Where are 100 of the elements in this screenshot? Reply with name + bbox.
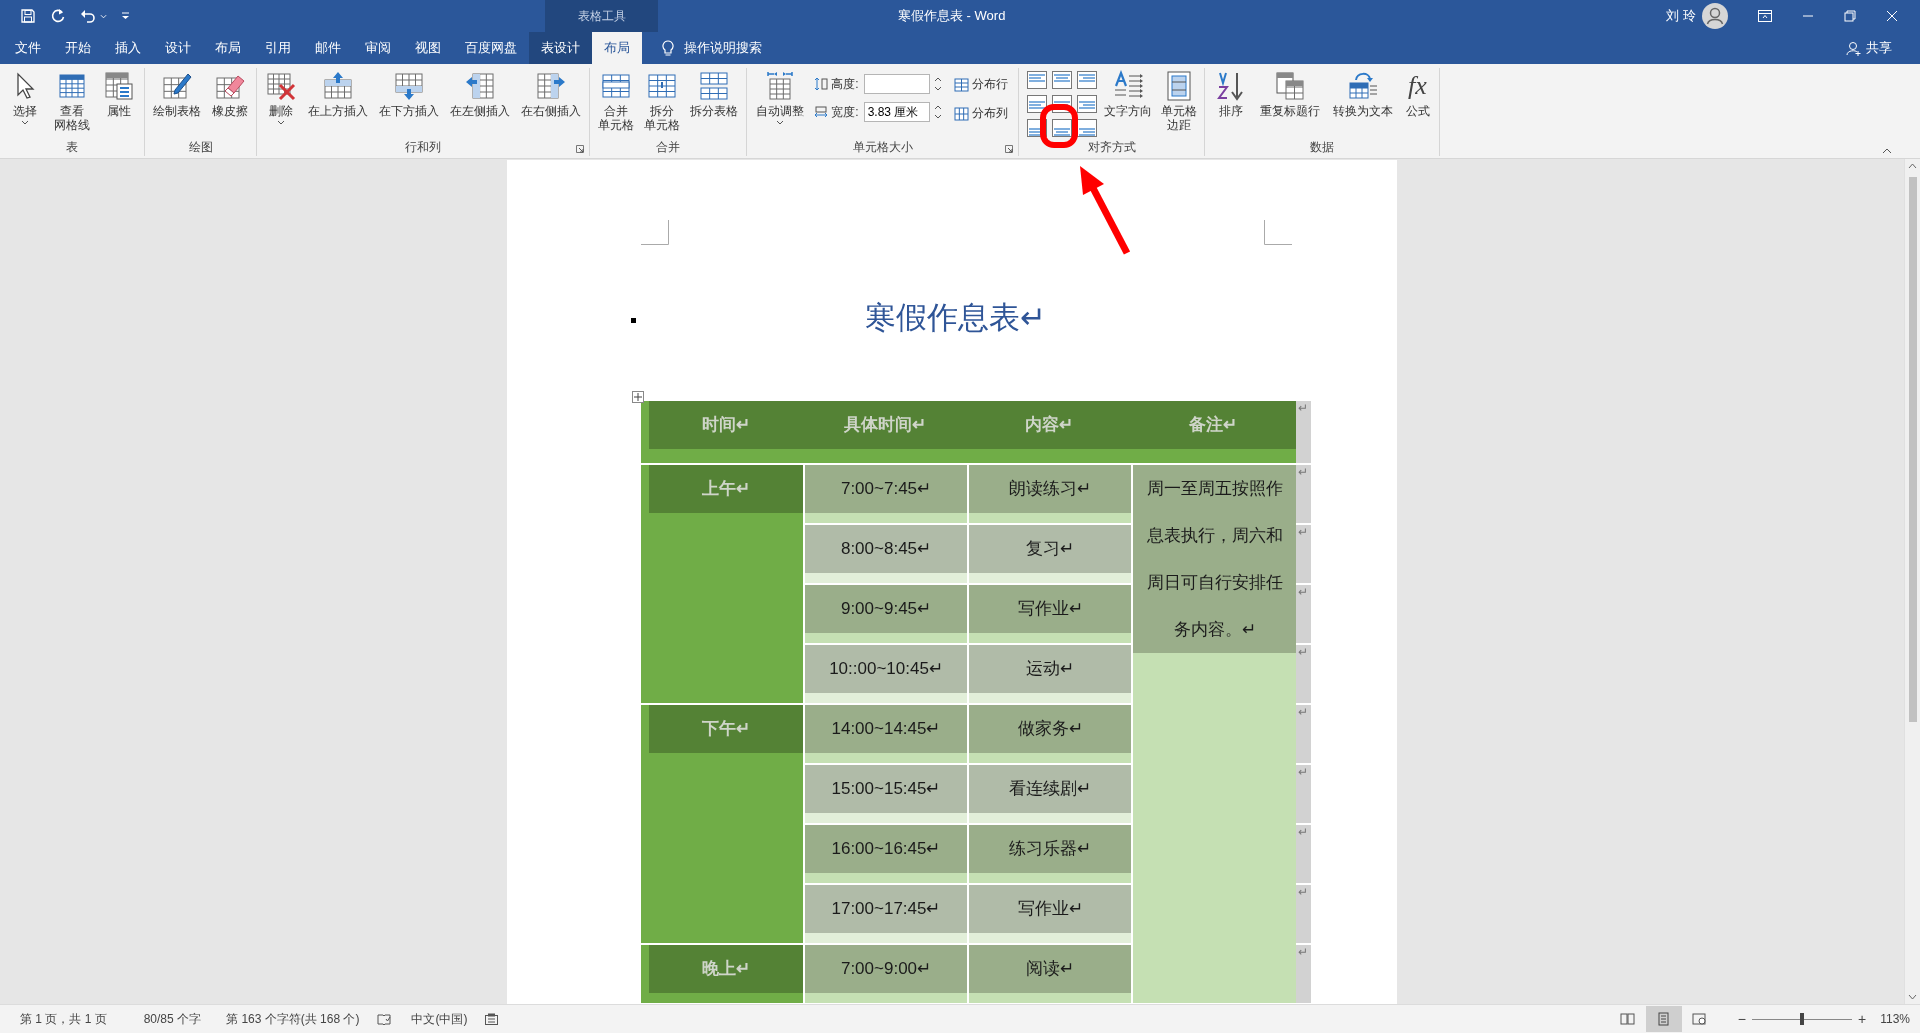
ribbon-button[interactable]: 重复标题行 [1258, 68, 1321, 120]
row-end-mark: ↵ [1298, 705, 1308, 719]
table-grid-icon [698, 70, 730, 102]
table-cell: 练习乐器↵ [969, 825, 1131, 883]
ribbon-tab[interactable]: 文件 [3, 32, 53, 64]
proofing-book-icon[interactable] [377, 1012, 392, 1026]
ribbon-button[interactable]: 在左侧插入 [448, 68, 511, 120]
ribbon-button[interactable]: 分布行 [952, 74, 1011, 95]
field-label: 宽度: [831, 103, 859, 121]
table-move-handle-icon [632, 391, 644, 403]
ribbon-tab[interactable]: 开始 [53, 32, 103, 64]
ribbon-tab[interactable]: 审阅 [353, 32, 403, 64]
ribbon-button[interactable]: 合并 单元格 [597, 68, 635, 134]
table-cell-text: 上午↵ [701, 478, 751, 500]
spin-arrows-icon [932, 75, 943, 93]
ribbon-button[interactable]: 选择 [8, 68, 43, 127]
scroll-up-icon [1908, 163, 1917, 169]
zoom-in-button[interactable]: + [1852, 1011, 1873, 1027]
ribbon-button[interactable]: 拆分表格 [689, 68, 739, 120]
ribbon-button[interactable]: 查看 网格线 [53, 68, 91, 134]
lightbulb-icon [662, 39, 674, 57]
zoom-level[interactable]: 113% [1880, 1012, 1910, 1026]
ribbon-button[interactable]: 在下方插入 [378, 68, 440, 120]
align-button[interactable] [1027, 94, 1048, 114]
ribbon-button[interactable]: 分布列 [952, 103, 1011, 124]
ribbon-button[interactable]: 转换为文本 [1331, 68, 1394, 120]
ribbon-tab[interactable]: 百度网盘 [453, 32, 529, 64]
zoom-thumb[interactable] [1800, 1013, 1804, 1025]
align-button[interactable] [1052, 118, 1073, 138]
table-cell: 7:00~7:45↵ [805, 465, 967, 523]
share-button[interactable]: 共享 [1840, 32, 1898, 64]
column-header: 内容↵ [1024, 414, 1074, 436]
row-end-mark: ↵ [1298, 525, 1308, 539]
row-end-mark: ↵ [1298, 401, 1308, 415]
ribbon-tab[interactable]: 视图 [403, 32, 453, 64]
row-end-mark: ↵ [1298, 765, 1308, 779]
align-button[interactable] [1052, 70, 1073, 90]
ribbon-button[interactable]: 拆分 单元格 [643, 68, 681, 134]
bullet-mark [631, 318, 636, 323]
spin-arrows-icon [932, 103, 943, 121]
table-cell: 周一至周五按照作息表执行，周六和周日可自行安排任务内容。↵ [1133, 465, 1296, 653]
align-button[interactable] [1077, 118, 1098, 138]
ribbon-tab[interactable]: 表设计 [529, 32, 592, 64]
ribbon-tab[interactable]: 布局 [592, 32, 642, 64]
group-label: 单元格大小 [852, 139, 913, 156]
collapse-ribbon-icon [1882, 148, 1892, 154]
ribbon-button[interactable]: 在上方插入 [307, 68, 370, 120]
context-label: 表格工具 [545, 0, 658, 32]
view-button[interactable] [1645, 1006, 1682, 1032]
align-button[interactable] [1027, 70, 1048, 90]
window-title: 寒假作息表 - Word [898, 7, 1006, 25]
group-label: 对齐方式 [1087, 139, 1136, 156]
align-icon [1027, 95, 1048, 113]
ribbon-tab[interactable]: 邮件 [303, 32, 353, 64]
table-delete-icon [265, 70, 298, 102]
ribbon-button[interactable]: 单元格 边距 [1159, 68, 1198, 134]
table-cell: 运动↵ [969, 645, 1131, 703]
ribbon-button[interactable]: fx 公式 [1404, 68, 1431, 120]
align-button[interactable] [1077, 94, 1098, 114]
ribbon-tab[interactable]: 设计 [153, 32, 203, 64]
number-field[interactable] [863, 74, 930, 94]
align-icon [1052, 119, 1073, 137]
table-right-arrow-icon [534, 70, 567, 102]
ribbon-button[interactable]: 属性 [101, 68, 136, 120]
row-end-mark: ↵ [1298, 945, 1308, 959]
group-label: 合并 [656, 139, 680, 156]
ribbon-button[interactable]: 橡皮擦 [210, 68, 249, 120]
user-name[interactable]: 刘 玲 [1666, 7, 1696, 25]
scrollbar[interactable] [1904, 159, 1920, 1004]
view-icon [1620, 1012, 1636, 1026]
width-icon [814, 105, 829, 119]
align-icon [1077, 71, 1098, 89]
tell-me-search[interactable]: 操作说明搜索 [656, 32, 768, 64]
ribbon-tab[interactable]: 布局 [203, 32, 253, 64]
ribbon-tab[interactable]: 引用 [253, 32, 303, 64]
view-icon [1692, 1012, 1708, 1026]
align-icon [1027, 71, 1048, 89]
ribbon-tab[interactable]: 插入 [103, 32, 153, 64]
ribbon-button[interactable]: 自动调整 [754, 68, 805, 127]
ribbon-button[interactable]: 绘制表格 [152, 68, 203, 120]
zoom-out-button[interactable]: − [1731, 1011, 1752, 1027]
ribbon-button[interactable]: 文字方向 [1103, 68, 1154, 120]
table-cell: 写作业↵ [969, 885, 1131, 943]
table-cell: 7:00~9:00↵ [805, 945, 967, 1003]
macro-record-icon[interactable] [485, 1013, 499, 1025]
table-cell: 看连续剧↵ [969, 765, 1131, 823]
number-field[interactable]: 3.83 厘米 [863, 102, 930, 122]
row-end-mark: ↵ [1298, 885, 1308, 899]
align-icon [1052, 71, 1073, 89]
ribbon-button[interactable]: 删除 [264, 68, 299, 127]
align-button[interactable] [1077, 70, 1098, 90]
field-label: 高度: [831, 75, 859, 93]
table-rows-icon [954, 77, 970, 92]
undo-icon [80, 8, 96, 24]
ribbon-button[interactable]: 在右侧插入 [519, 68, 582, 120]
table-convert-icon [1346, 70, 1379, 102]
scroll-thumb[interactable] [1908, 177, 1917, 722]
ribbon-button[interactable]: 排序 [1213, 68, 1248, 120]
table-cell: 写作业↵ [969, 585, 1131, 643]
document-title: 寒假作息表↵ [864, 299, 1046, 337]
